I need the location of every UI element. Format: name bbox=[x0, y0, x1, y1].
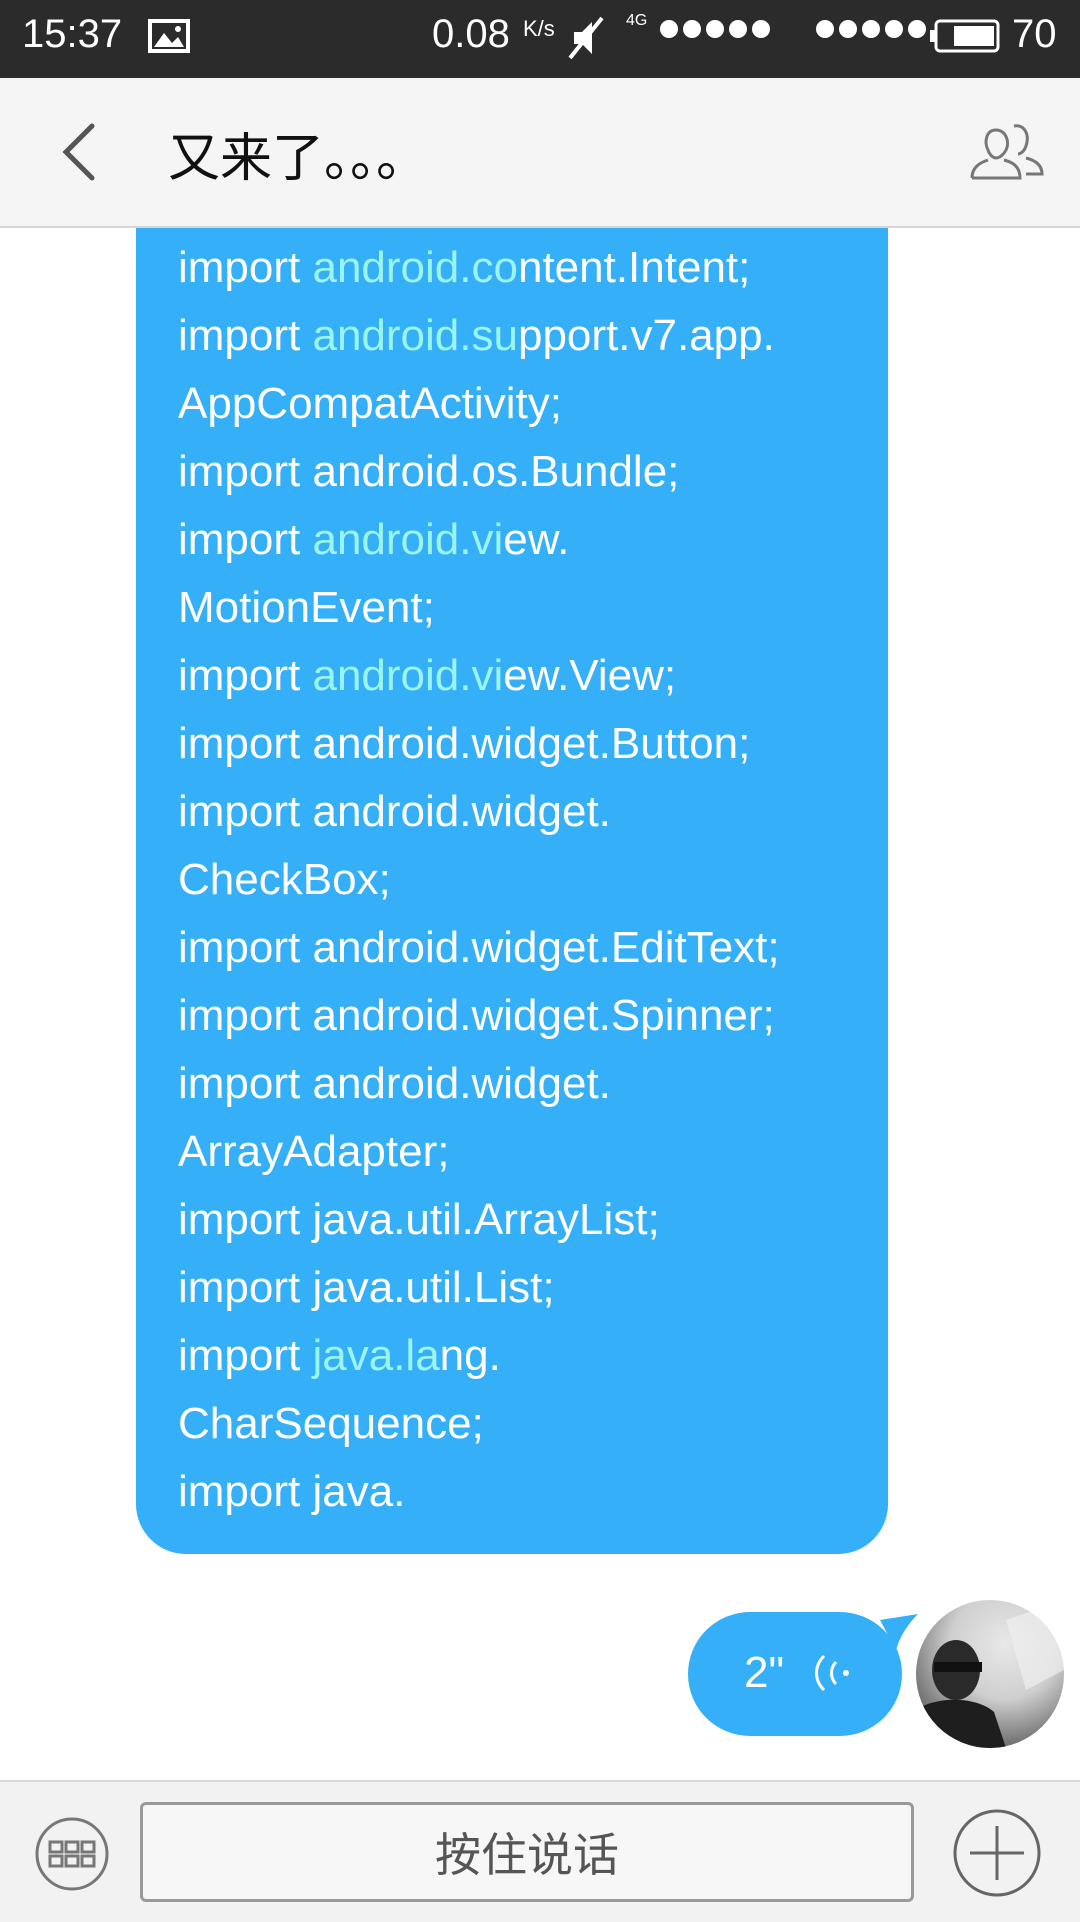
code-text: import android.os.Bundle; bbox=[178, 447, 680, 496]
code-text: import java. bbox=[178, 1467, 406, 1516]
back-button[interactable] bbox=[48, 116, 120, 188]
code-text: CheckBox; bbox=[178, 855, 391, 904]
code-line: import android.widget.EditText; bbox=[178, 914, 888, 982]
code-text: import java.util.List; bbox=[178, 1263, 555, 1312]
hold-to-talk-label: 按住说话 bbox=[435, 1828, 619, 1882]
chat-header: 又来了。。。 bbox=[0, 78, 1080, 228]
plus-icon[interactable] bbox=[952, 1808, 1042, 1898]
keyboard-icon[interactable] bbox=[34, 1816, 110, 1892]
code-line: MotionEvent; bbox=[178, 574, 888, 642]
code-link-highlight[interactable]: android.vi bbox=[312, 651, 503, 700]
hold-to-talk-button[interactable]: 按住说话 bbox=[140, 1802, 914, 1902]
voice-wave-icon bbox=[815, 1654, 849, 1692]
code-text: import android.widget.EditText; bbox=[178, 923, 780, 972]
chat-title: 又来了。。。 bbox=[168, 129, 429, 189]
code-text: import bbox=[178, 515, 313, 564]
code-line: CheckBox; bbox=[178, 846, 888, 914]
code-line: import android.widget.Spinner; bbox=[178, 982, 888, 1050]
code-line: import android.widget. bbox=[178, 778, 888, 846]
code-link-highlight[interactable]: android.su bbox=[312, 311, 517, 360]
code-line: import android.widget.Button; bbox=[178, 710, 888, 778]
battery-level: 70 bbox=[1012, 12, 1057, 56]
code-text: ew. bbox=[503, 515, 570, 564]
signal-dots-icon bbox=[816, 20, 931, 43]
code-text: import android.widget. bbox=[178, 1059, 611, 1108]
code-text: import bbox=[178, 243, 313, 292]
network-speed-unit: K/s bbox=[523, 16, 555, 41]
code-text: AppCompatActivity; bbox=[178, 379, 562, 428]
code-text: ntent.Intent; bbox=[517, 243, 751, 292]
code-line: ArrayAdapter; bbox=[178, 1118, 888, 1186]
status-bar: 15:37 0.08 K/s 4G 70 bbox=[0, 0, 1080, 78]
signal-dots-icon bbox=[660, 20, 775, 43]
code-text: import android.widget.Spinner; bbox=[178, 991, 775, 1040]
code-line: import android.content.Intent; bbox=[178, 234, 888, 302]
code-line: import android.view.View; bbox=[178, 642, 888, 710]
network-speed: 0.08 bbox=[432, 12, 510, 56]
code-text: import bbox=[178, 1331, 313, 1380]
code-link-highlight[interactable]: android.vi bbox=[312, 515, 503, 564]
voice-message-bubble[interactable]: 2" bbox=[688, 1612, 902, 1736]
voice-duration: 2" bbox=[744, 1648, 785, 1697]
code-text: import bbox=[178, 651, 313, 700]
network-type: 4G bbox=[626, 12, 648, 29]
code-text: ew.View; bbox=[503, 651, 677, 700]
status-time: 15:37 bbox=[22, 12, 123, 56]
code-line: import java. bbox=[178, 1458, 888, 1526]
input-bar: 按住说话 bbox=[0, 1780, 1080, 1922]
code-text: pport.v7.app. bbox=[517, 311, 775, 360]
code-link-highlight[interactable]: android.co bbox=[312, 243, 517, 292]
code-line: import java.util.List; bbox=[178, 1254, 888, 1322]
group-icon[interactable] bbox=[966, 112, 1046, 192]
code-text: ng. bbox=[439, 1331, 501, 1380]
code-line: import android.support.v7.app. bbox=[178, 302, 888, 370]
avatar[interactable] bbox=[916, 1600, 1064, 1748]
code-text: import bbox=[178, 311, 313, 360]
image-icon bbox=[148, 19, 190, 53]
code-line: import android.view. bbox=[178, 506, 888, 574]
code-line: import android.os.Bundle; bbox=[178, 438, 888, 506]
avatar-photo bbox=[916, 1600, 1064, 1748]
message-list[interactable]: import android.content.Intent; import and… bbox=[0, 228, 1080, 1780]
code-text: import android.widget. bbox=[178, 787, 611, 836]
code-line: AppCompatActivity; bbox=[178, 370, 888, 438]
code-text: MotionEvent; bbox=[178, 583, 435, 632]
code-link-highlight[interactable]: java.la bbox=[312, 1331, 439, 1380]
mute-icon bbox=[568, 16, 604, 60]
code-text: ArrayAdapter; bbox=[178, 1127, 450, 1176]
code-line: import android.widget. bbox=[178, 1050, 888, 1118]
code-text: CharSequence; bbox=[178, 1399, 484, 1448]
code-line: import java.util.ArrayList; bbox=[178, 1186, 888, 1254]
battery-icon bbox=[930, 19, 1000, 53]
code-text: import android.widget.Button; bbox=[178, 719, 751, 768]
code-line: import java.lang. bbox=[178, 1322, 888, 1390]
code-message-bubble[interactable]: import android.content.Intent; import and… bbox=[136, 228, 888, 1554]
code-text: import java.util.ArrayList; bbox=[178, 1195, 660, 1244]
code-line: CharSequence; bbox=[178, 1390, 888, 1458]
